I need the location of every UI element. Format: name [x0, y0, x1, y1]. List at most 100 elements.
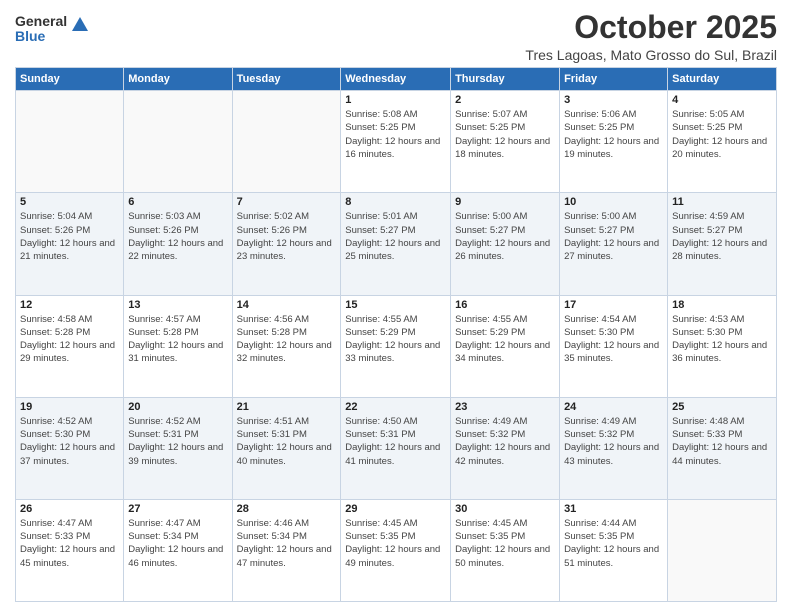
logo-icon	[70, 15, 90, 35]
col-monday: Monday	[124, 68, 232, 91]
table-row: 9Sunrise: 5:00 AMSunset: 5:27 PMDaylight…	[451, 193, 560, 295]
day-number: 21	[237, 401, 337, 413]
col-thursday: Thursday	[451, 68, 560, 91]
logo-blue: Blue	[15, 29, 67, 44]
table-row	[124, 91, 232, 193]
col-friday: Friday	[560, 68, 668, 91]
day-info: Sunrise: 4:55 AMSunset: 5:29 PMDaylight:…	[455, 313, 555, 366]
day-number: 27	[128, 503, 227, 515]
day-number: 10	[564, 196, 663, 208]
calendar-week-row: 19Sunrise: 4:52 AMSunset: 5:30 PMDayligh…	[16, 397, 777, 499]
table-row: 14 Sunrise: 4:56 AMSunset: 5:28 PMDayligh…	[232, 295, 341, 397]
day-number: 13	[128, 299, 227, 311]
day-info: Sunrise: 5:08 AMSunset: 5:25 PMDaylight:…	[345, 108, 446, 161]
day-info: Sunrise: 4:47 AMSunset: 5:34 PMDaylight:…	[128, 517, 227, 570]
day-info: Sunrise: 4:57 AMSunset: 5:28 PMDaylight:…	[128, 313, 227, 366]
month-title: October 2025	[525, 10, 777, 45]
day-info: Sunrise: 4:48 AMSunset: 5:33 PMDaylight:…	[672, 415, 772, 468]
day-number: 5	[20, 196, 119, 208]
day-number: 28	[237, 503, 337, 515]
table-row: 25Sunrise: 4:48 AMSunset: 5:33 PMDayligh…	[668, 397, 777, 499]
day-info: Sunrise: 4:56 AMSunset: 5:28 PMDaylight:…	[237, 313, 337, 366]
day-number: 23	[455, 401, 555, 413]
day-info: Sunrise: 5:07 AMSunset: 5:25 PMDaylight:…	[455, 108, 555, 161]
day-number: 11	[672, 196, 772, 208]
table-row: 29 Sunrise: 4:45 AMSunset: 5:35 PMDayligh…	[341, 499, 451, 601]
table-row	[16, 91, 124, 193]
day-info: Sunrise: 5:06 AMSunset: 5:25 PMDaylight:…	[564, 108, 663, 161]
day-info: Sunrise: 4:44 AMSunset: 5:35 PMDaylight:…	[564, 517, 663, 570]
calendar-week-row: 12 Sunrise: 4:58 AMSunset: 5:28 PMDayligh…	[16, 295, 777, 397]
day-info: Sunrise: 5:05 AMSunset: 5:25 PMDaylight:…	[672, 108, 772, 161]
table-row: 18 Sunrise: 4:53 AMSunset: 5:30 PMDayligh…	[668, 295, 777, 397]
day-number: 24	[564, 401, 663, 413]
day-info: Sunrise: 4:52 AMSunset: 5:31 PMDaylight:…	[128, 415, 227, 468]
day-info: Sunrise: 4:49 AMSunset: 5:32 PMDaylight:…	[455, 415, 555, 468]
day-number: 7	[237, 196, 337, 208]
table-row: 1 Sunrise: 5:08 AMSunset: 5:25 PMDaylight…	[341, 91, 451, 193]
day-number: 15	[345, 299, 446, 311]
table-row: 15 Sunrise: 4:55 AMSunset: 5:29 PMDayligh…	[341, 295, 451, 397]
title-block: October 2025 Tres Lagoas, Mato Grosso do…	[525, 10, 777, 63]
table-row: 12 Sunrise: 4:58 AMSunset: 5:28 PMDayligh…	[16, 295, 124, 397]
day-info: Sunrise: 5:00 AMSunset: 5:27 PMDaylight:…	[455, 210, 555, 263]
day-number: 2	[455, 94, 555, 106]
table-row: 28 Sunrise: 4:46 AMSunset: 5:34 PMDayligh…	[232, 499, 341, 601]
day-info: Sunrise: 4:49 AMSunset: 5:32 PMDaylight:…	[564, 415, 663, 468]
day-number: 1	[345, 94, 446, 106]
day-number: 4	[672, 94, 772, 106]
header: General Blue October 2025 Tres Lagoas, M…	[15, 10, 777, 63]
table-row: 26 Sunrise: 4:47 AMSunset: 5:33 PMDayligh…	[16, 499, 124, 601]
table-row: 6 Sunrise: 5:03 AMSunset: 5:26 PMDaylight…	[124, 193, 232, 295]
day-number: 8	[345, 196, 446, 208]
day-info: Sunrise: 4:52 AMSunset: 5:30 PMDaylight:…	[20, 415, 119, 468]
day-number: 30	[455, 503, 555, 515]
table-row: 16 Sunrise: 4:55 AMSunset: 5:29 PMDayligh…	[451, 295, 560, 397]
table-row	[232, 91, 341, 193]
day-info: Sunrise: 4:46 AMSunset: 5:34 PMDaylight:…	[237, 517, 337, 570]
day-number: 20	[128, 401, 227, 413]
day-info: Sunrise: 4:59 AMSunset: 5:27 PMDaylight:…	[672, 210, 772, 263]
day-info: Sunrise: 5:02 AMSunset: 5:26 PMDaylight:…	[237, 210, 337, 263]
table-row: 23 Sunrise: 4:49 AMSunset: 5:32 PMDayligh…	[451, 397, 560, 499]
day-info: Sunrise: 4:47 AMSunset: 5:33 PMDaylight:…	[20, 517, 119, 570]
table-row: 4 Sunrise: 5:05 AMSunset: 5:25 PMDaylight…	[668, 91, 777, 193]
col-sunday: Sunday	[16, 68, 124, 91]
day-number: 26	[20, 503, 119, 515]
calendar: Sunday Monday Tuesday Wednesday Thursday…	[15, 67, 777, 602]
table-row: 10 Sunrise: 5:00 AMSunset: 5:27 PMDayligh…	[560, 193, 668, 295]
day-info: Sunrise: 4:45 AMSunset: 5:35 PMDaylight:…	[455, 517, 555, 570]
day-info: Sunrise: 4:50 AMSunset: 5:31 PMDaylight:…	[345, 415, 446, 468]
day-number: 18	[672, 299, 772, 311]
day-info: Sunrise: 4:45 AMSunset: 5:35 PMDaylight:…	[345, 517, 446, 570]
day-number: 29	[345, 503, 446, 515]
table-row: 31 Sunrise: 4:44 AMSunset: 5:35 PMDayligh…	[560, 499, 668, 601]
table-row: 24 Sunrise: 4:49 AMSunset: 5:32 PMDayligh…	[560, 397, 668, 499]
table-row: 2 Sunrise: 5:07 AMSunset: 5:25 PMDaylight…	[451, 91, 560, 193]
col-tuesday: Tuesday	[232, 68, 341, 91]
day-info: Sunrise: 5:03 AMSunset: 5:26 PMDaylight:…	[128, 210, 227, 263]
col-saturday: Saturday	[668, 68, 777, 91]
col-wednesday: Wednesday	[341, 68, 451, 91]
day-number: 31	[564, 503, 663, 515]
calendar-week-row: 1 Sunrise: 5:08 AMSunset: 5:25 PMDaylight…	[16, 91, 777, 193]
day-number: 6	[128, 196, 227, 208]
day-info: Sunrise: 4:58 AMSunset: 5:28 PMDaylight:…	[20, 313, 119, 366]
day-number: 17	[564, 299, 663, 311]
day-info: Sunrise: 4:51 AMSunset: 5:31 PMDaylight:…	[237, 415, 337, 468]
day-info: Sunrise: 5:00 AMSunset: 5:27 PMDaylight:…	[564, 210, 663, 263]
day-info: Sunrise: 4:53 AMSunset: 5:30 PMDaylight:…	[672, 313, 772, 366]
day-number: 3	[564, 94, 663, 106]
day-number: 12	[20, 299, 119, 311]
table-row: 5Sunrise: 5:04 AMSunset: 5:26 PMDaylight…	[16, 193, 124, 295]
calendar-week-row: 26 Sunrise: 4:47 AMSunset: 5:33 PMDayligh…	[16, 499, 777, 601]
calendar-week-row: 5Sunrise: 5:04 AMSunset: 5:26 PMDaylight…	[16, 193, 777, 295]
day-number: 16	[455, 299, 555, 311]
day-number: 14	[237, 299, 337, 311]
day-info: Sunrise: 4:54 AMSunset: 5:30 PMDaylight:…	[564, 313, 663, 366]
table-row	[668, 499, 777, 601]
day-info: Sunrise: 4:55 AMSunset: 5:29 PMDaylight:…	[345, 313, 446, 366]
table-row: 11 Sunrise: 4:59 AMSunset: 5:27 PMDayligh…	[668, 193, 777, 295]
day-info: Sunrise: 5:01 AMSunset: 5:27 PMDaylight:…	[345, 210, 446, 263]
day-number: 22	[345, 401, 446, 413]
